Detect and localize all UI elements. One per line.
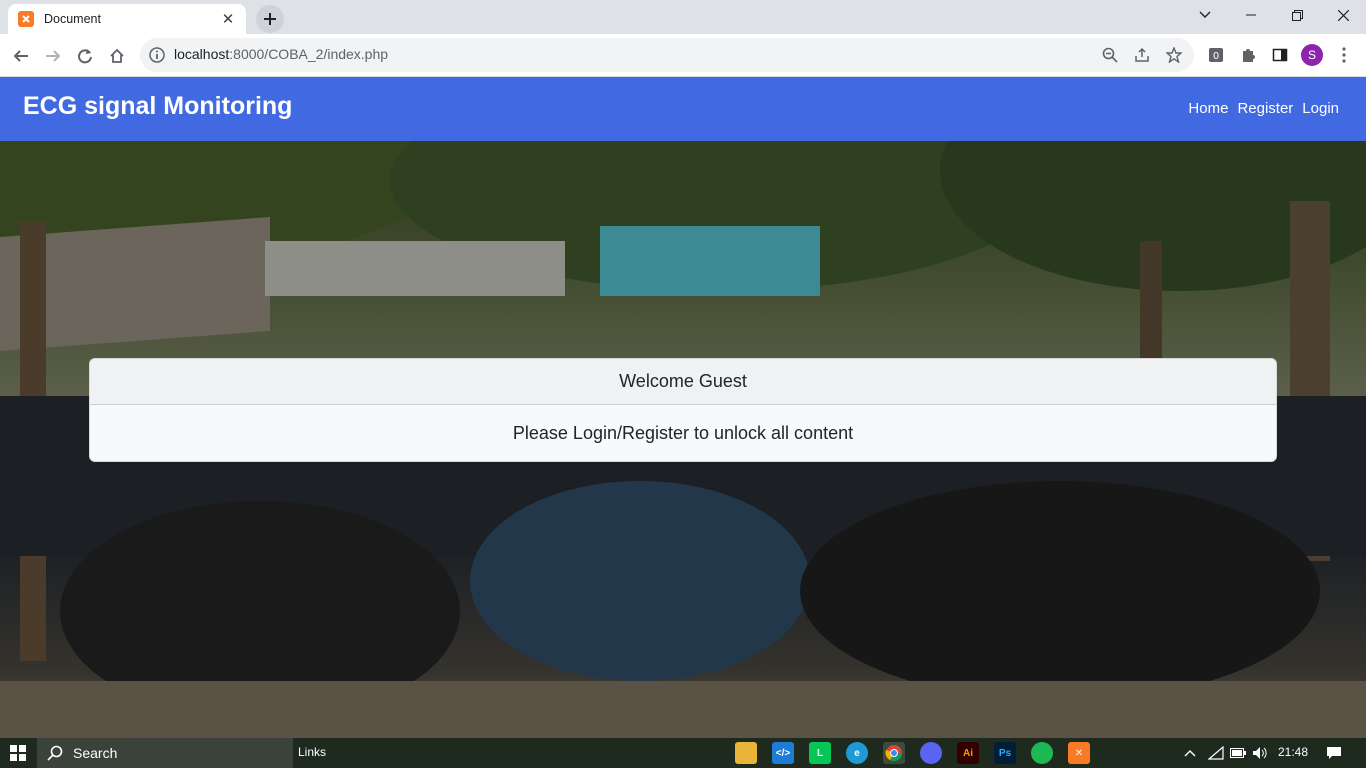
xampp-icon[interactable]: ✕ [1068, 742, 1090, 764]
new-tab-button[interactable] [256, 5, 284, 33]
photoshop-icon[interactable]: Ps [994, 742, 1016, 764]
chrome-icon[interactable] [883, 742, 905, 764]
browser-tabstrip: Document ✕ [0, 0, 1366, 34]
line-app-icon[interactable]: L [809, 742, 831, 764]
tab-search-chevron-icon[interactable] [1182, 0, 1228, 30]
forward-button[interactable] [38, 41, 68, 71]
minimize-button[interactable] [1228, 0, 1274, 30]
browser-tab[interactable]: Document ✕ [8, 4, 246, 34]
windows-start-icon[interactable] [0, 738, 36, 768]
browser-toolbar: localhost:8000/COBA_2/index.php 0 S [0, 34, 1366, 77]
edge-icon[interactable]: e [846, 742, 868, 764]
kebab-menu-icon[interactable] [1334, 45, 1354, 65]
welcome-card-body: Please Login/Register to unlock all cont… [512, 423, 854, 443]
home-button[interactable] [102, 41, 132, 71]
nav-login-link[interactable]: Login [1302, 100, 1339, 117]
site-nav: Home Register Login [1188, 100, 1339, 117]
extension-zero-icon[interactable]: 0 [1206, 45, 1226, 65]
address-bar[interactable]: localhost:8000/COBA_2/index.php [140, 38, 1194, 72]
file-explorer-icon[interactable] [735, 742, 757, 764]
welcome-card: Welcome Guest Please Login/Register to u… [89, 358, 1277, 462]
welcome-card-header: Welcome Guest [90, 359, 1276, 405]
taskbar-links-toolbar[interactable]: Links [298, 745, 326, 759]
svg-text:0: 0 [1213, 51, 1219, 62]
xampp-favicon-icon [18, 11, 34, 27]
bookmark-star-icon[interactable] [1164, 45, 1184, 65]
url-text: localhost:8000/COBA_2/index.php [174, 46, 389, 62]
nav-register-link[interactable]: Register [1237, 100, 1293, 117]
zoom-icon[interactable] [1100, 45, 1120, 65]
battery-icon[interactable] [1230, 745, 1246, 761]
side-panel-icon[interactable] [1270, 45, 1290, 65]
reload-button[interactable] [70, 41, 100, 71]
tray-chevron-up-icon[interactable] [1182, 745, 1198, 761]
spotify-icon[interactable] [1031, 742, 1053, 764]
profile-avatar[interactable]: S [1301, 44, 1323, 66]
tab-title: Document [44, 12, 101, 26]
windows-taskbar: Search Links </> L e Ai Ps ✕ 21:48 [0, 738, 1366, 768]
restore-button[interactable] [1274, 0, 1320, 30]
back-button[interactable] [6, 41, 36, 71]
wifi-icon[interactable] [1208, 745, 1224, 761]
taskbar-clock[interactable]: 21:48 [1278, 745, 1308, 759]
taskbar-search-label: Search [73, 745, 118, 761]
vscode-icon[interactable]: </> [772, 742, 794, 764]
illustrator-icon[interactable]: Ai [957, 742, 979, 764]
site-info-icon[interactable] [148, 46, 166, 64]
site-navbar: ECG signal Monitoring Home Register Logi… [0, 77, 1366, 141]
notification-center-icon[interactable] [1326, 745, 1342, 761]
close-tab-icon[interactable]: ✕ [220, 11, 236, 28]
web-page: ECG signal Monitoring Home Register Logi… [0, 77, 1366, 738]
taskbar-search-box[interactable]: Search [37, 738, 293, 768]
close-window-button[interactable] [1320, 0, 1366, 30]
volume-icon[interactable] [1252, 745, 1268, 761]
nav-home-link[interactable]: Home [1188, 100, 1228, 117]
search-icon [47, 745, 63, 761]
extensions-puzzle-icon[interactable] [1238, 45, 1258, 65]
discord-icon[interactable] [920, 742, 942, 764]
site-brand[interactable]: ECG signal Monitoring [23, 92, 292, 121]
share-icon[interactable] [1132, 45, 1152, 65]
hero-background-photo: Welcome Guest Please Login/Register to u… [0, 141, 1366, 738]
